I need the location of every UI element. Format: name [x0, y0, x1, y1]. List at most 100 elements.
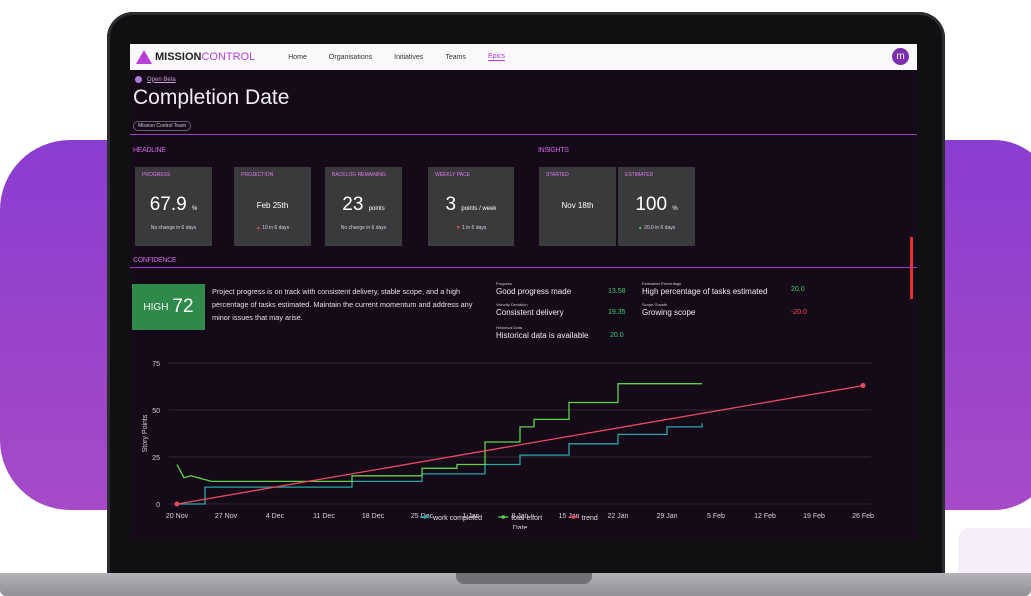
x-tick-label: 19 Feb — [803, 513, 825, 520]
x-tick-label: 18 Dec — [362, 513, 385, 520]
progress-unit: % — [191, 206, 198, 212]
x-tick-label: 26 Feb — [852, 513, 874, 520]
metric-text: Consistent delivery — [496, 308, 564, 317]
card-label: PROGRESS — [142, 172, 171, 178]
card-weekly-pace: WEEKLY PACE 3 points / week ▼ 1 in 6 day… — [428, 167, 514, 246]
confidence-level: HIGH — [143, 301, 169, 313]
metric-text: Growing scope — [642, 308, 696, 317]
metric-text: High percentage of tasks estimated — [642, 287, 768, 296]
confidence-summary: Project progress is on track with consis… — [212, 287, 473, 322]
card-label: ESTIMATED — [625, 172, 654, 178]
card-sub: ▲ 10 in 6 days — [234, 225, 311, 231]
x-tick-label: 20 Nov — [166, 513, 189, 520]
metric-label: Progress — [496, 281, 513, 286]
legend-label: trend — [582, 515, 598, 522]
trend-point — [174, 501, 180, 507]
breadcrumb-back[interactable]: Open Beta — [135, 76, 176, 83]
breadcrumb-label: Open Beta — [147, 76, 176, 83]
burnup-chart: 025507520 Nov27 Nov4 Dec11 Dec18 Dec25 D… — [142, 361, 874, 529]
legend-marker — [572, 515, 576, 519]
metric-value: 20.0 — [791, 286, 805, 293]
legend-label: work completed — [432, 515, 482, 522]
card-sub: No change in 6 days — [340, 225, 387, 231]
nav-item-epics[interactable]: Epics — [487, 53, 506, 61]
card-projection: PROJECTION Feb 25th ▲ 10 in 6 days — [234, 167, 311, 246]
metric-progress: Progress Good progress made 13.58 — [496, 281, 626, 296]
x-tick-label: 12 Feb — [754, 513, 776, 520]
card-value: 67.9 % — [135, 194, 212, 216]
page-title: Completion Date — [133, 86, 290, 109]
user-avatar[interactable]: m — [892, 48, 909, 65]
y-axis-label: Story Points — [142, 414, 149, 452]
card-label: PROJECTION — [241, 172, 274, 178]
metric-label: Historical Data — [496, 325, 523, 330]
nav-item-organisations[interactable]: Organisations — [329, 54, 372, 61]
logo-text-secondary: CONTROL — [201, 51, 256, 63]
progress-value: 67.9 — [149, 194, 187, 215]
metric-text: Historical data is available — [496, 331, 589, 340]
card-backlog: BACKLOG REMAINING 23 points No change in… — [325, 167, 402, 246]
metric-label: Scope Growth — [642, 302, 668, 307]
team-chip[interactable]: Mission Control Team — [133, 121, 191, 131]
decorative-gradient-right — [944, 140, 1031, 510]
legend-marker — [423, 515, 427, 519]
metric-value: 13.58 — [608, 288, 626, 295]
x-tick-label: 5 Feb — [707, 513, 725, 520]
projection-value: Feb 25th — [256, 201, 289, 210]
confidence-score-badge: HIGH 72 — [132, 284, 205, 330]
chevron-up-icon: ▲ — [255, 225, 261, 231]
x-tick-label: 22 Jan — [607, 513, 628, 520]
y-tick-label: 0 — [156, 502, 160, 509]
estimated-change: 20.0 in 6 days — [644, 225, 676, 231]
title-divider — [130, 134, 917, 135]
card-value: 100 % — [618, 194, 695, 216]
series-line-total-effort — [176, 383, 702, 483]
metric-value: 20.0 — [610, 332, 624, 339]
metric-text: Good progress made — [496, 287, 572, 296]
confidence-divider — [130, 267, 917, 268]
confidence-heading: CONFIDENCE — [133, 257, 177, 264]
logo-mark-icon — [136, 50, 152, 64]
x-axis-label: Date — [513, 525, 528, 529]
metric-value: -20.0 — [791, 309, 807, 316]
pace-value: 3 — [445, 194, 457, 215]
card-value: 23 points — [325, 194, 402, 216]
metric-historical: Historical Data Historical data is avail… — [496, 325, 624, 340]
estimated-value: 100 — [635, 194, 668, 215]
nav-item-home[interactable]: Home — [288, 54, 307, 61]
card-estimated: ESTIMATED 100 % ▲ 20.0 in 6 days — [618, 167, 695, 246]
legend-marker — [501, 515, 506, 519]
card-sub: ▼ 1 in 6 days — [428, 225, 514, 231]
nav-item-teams[interactable]: Teams — [445, 54, 466, 61]
card-sub: No change in 6 days — [150, 225, 197, 231]
chevron-up-icon: ▲ — [637, 225, 643, 231]
card-label: BACKLOG REMAINING — [332, 172, 386, 178]
x-tick-label: 4 Dec — [266, 513, 285, 520]
legend-label: total effort — [511, 515, 542, 522]
y-tick-label: 50 — [152, 408, 160, 415]
card-sub: ▲ 20.0 in 6 days — [618, 225, 695, 231]
pace-unit: points / week — [461, 206, 497, 212]
series-line-work-completed — [177, 423, 703, 505]
metric-velocity: Velocity Deviation Consistent delivery 1… — [496, 302, 626, 317]
headline-heading: HEADLINE — [133, 147, 166, 154]
metric-estimated: Estimated Percentage High percentage of … — [642, 281, 805, 296]
metric-scope: Scope Growth Growing scope -20.0 — [642, 302, 807, 317]
app-logo[interactable]: MISSION CONTROL — [136, 50, 255, 64]
app-screen: MISSION CONTROL Home Organisations Initia… — [130, 44, 917, 540]
y-tick-label: 25 — [152, 455, 160, 462]
chevron-down-icon: ▼ — [455, 225, 461, 231]
x-tick-label: 11 Dec — [313, 513, 335, 520]
x-tick-label: 29 Jan — [656, 513, 677, 520]
back-icon — [135, 76, 142, 83]
scrollbar-thumb[interactable] — [910, 237, 913, 299]
marketing-stage: MISSION CONTROL Home Organisations Initia… — [0, 0, 1031, 596]
card-value: 3 points / week — [428, 194, 514, 216]
confidence-score: 72 — [172, 296, 194, 317]
top-nav: MISSION CONTROL Home Organisations Initia… — [130, 44, 917, 70]
metric-label: Velocity Deviation — [496, 302, 528, 307]
projection-change: 10 in 6 days — [262, 225, 290, 231]
card-progress: PROGRESS 67.9 % No change in 6 days — [135, 167, 212, 246]
backlog-value: 23 — [342, 194, 364, 215]
nav-item-initiatives[interactable]: Initiatives — [394, 54, 423, 61]
